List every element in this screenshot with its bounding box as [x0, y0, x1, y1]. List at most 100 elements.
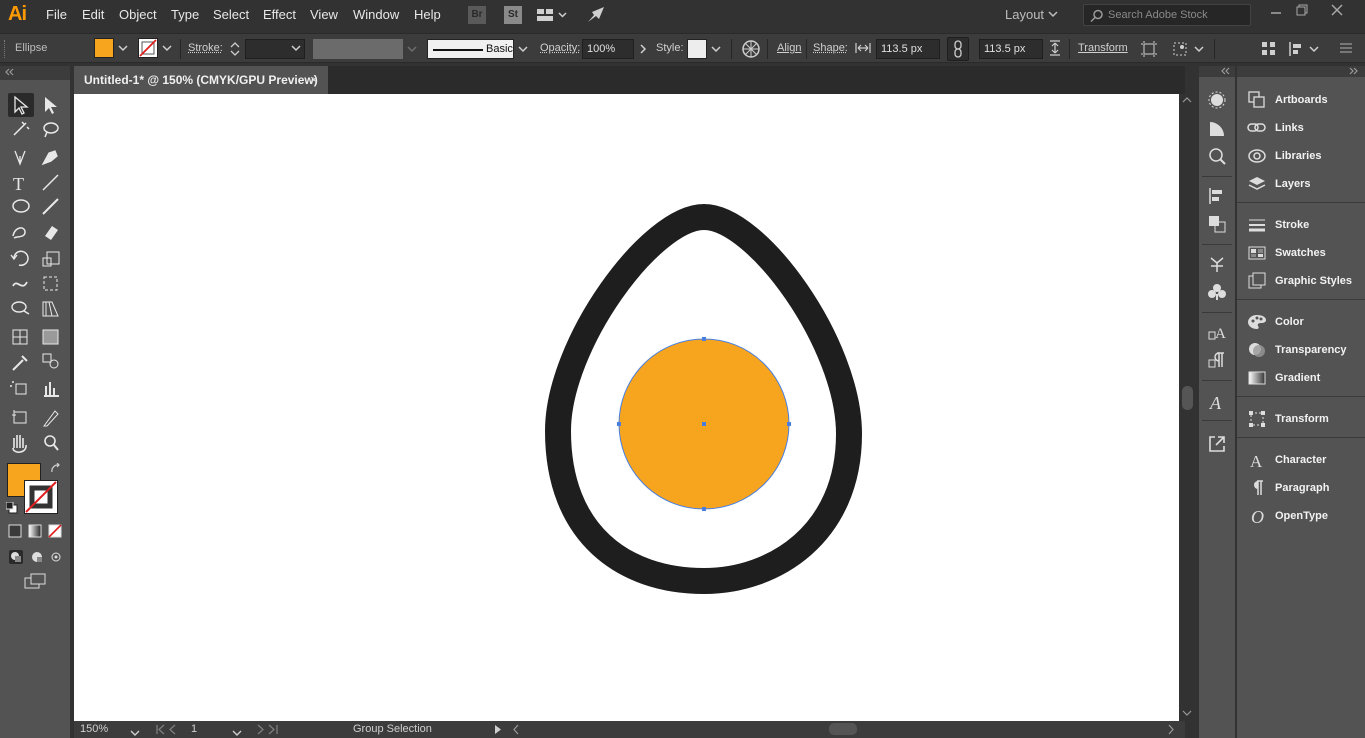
scroll-left-icon[interactable] — [512, 724, 520, 738]
chevron-right-icon[interactable] — [638, 43, 648, 57]
panel-layers[interactable]: Layers — [1237, 170, 1365, 198]
panel-transform[interactable]: Transform — [1237, 405, 1365, 433]
none-mode-icon[interactable] — [48, 524, 62, 541]
brush-definition-field[interactable]: Basic — [427, 39, 514, 59]
default-fill-stroke-icon[interactable] — [6, 502, 18, 517]
vertical-scrollbar[interactable] — [1180, 94, 1194, 721]
artboard-number-field[interactable]: 1 — [191, 723, 197, 735]
align-link[interactable]: Align — [777, 42, 801, 54]
zoom-level-field[interactable]: 150% — [80, 723, 108, 735]
panel-opentype[interactable]: O OpenType — [1237, 502, 1365, 530]
search-stock-input[interactable]: Search Adobe Stock — [1083, 4, 1251, 26]
panel-libraries[interactable]: Libraries — [1237, 142, 1365, 170]
chevron-down-icon[interactable] — [711, 43, 721, 57]
brush-options-icon[interactable] — [1206, 90, 1228, 112]
chevron-down-icon[interactable] — [1194, 43, 1204, 57]
document-tab[interactable]: Untitled-1* @ 150% (CMYK/GPU Preview) × — [74, 66, 328, 94]
dock-collapse-header[interactable] — [1199, 66, 1235, 77]
panel-color[interactable]: Color — [1237, 308, 1365, 336]
egg-artwork[interactable] — [74, 94, 1179, 721]
transform-link[interactable]: Transform — [1078, 42, 1128, 54]
menu-view[interactable]: View — [310, 7, 338, 22]
panel-artboards[interactable]: Artboards — [1237, 86, 1365, 114]
panel-paragraph[interactable]: Paragraph — [1237, 474, 1365, 502]
workspace-switcher[interactable]: Layout — [1005, 7, 1044, 22]
minimize-icon[interactable] — [1270, 2, 1282, 21]
stock-icon[interactable]: St — [504, 6, 522, 24]
shape-height-field[interactable]: 113.5 px — [979, 39, 1043, 59]
menu-effect[interactable]: Effect — [263, 7, 296, 22]
horizontal-scroll-thumb[interactable] — [829, 723, 857, 735]
status-menu-arrow-icon[interactable] — [494, 724, 502, 738]
chevron-down-icon[interactable] — [232, 726, 242, 738]
chevron-down-icon[interactable] — [518, 43, 528, 57]
puppet-tool-icon[interactable] — [1206, 254, 1228, 276]
restore-icon[interactable] — [1296, 4, 1308, 19]
grip-handle[interactable] — [4, 40, 7, 58]
export-asset-icon[interactable] — [1206, 434, 1228, 456]
pathfinder-icon[interactable] — [1206, 214, 1228, 236]
gradient-mode-icon[interactable] — [28, 524, 42, 541]
panel-menu-icon[interactable] — [1339, 41, 1353, 60]
panels-expand-header[interactable] — [1237, 66, 1365, 77]
artboard-canvas[interactable] — [74, 94, 1179, 721]
character-styles-icon[interactable]: A — [1206, 322, 1228, 344]
chevron-down-icon[interactable] — [118, 42, 128, 56]
draw-normal-icon[interactable] — [8, 549, 64, 568]
opacity-field[interactable]: 100% — [582, 39, 634, 59]
menu-window[interactable]: Window — [353, 7, 399, 22]
panel-swatches[interactable]: Swatches — [1237, 239, 1365, 267]
close-window-icon[interactable] — [1331, 4, 1343, 19]
stroke-weight-stepper[interactable] — [228, 39, 242, 59]
puppet-warp-icon[interactable] — [1171, 40, 1189, 61]
opacity-label[interactable]: Opacity: — [540, 42, 580, 54]
panel-stroke[interactable]: Stroke — [1237, 211, 1365, 239]
chevron-down-icon[interactable] — [291, 43, 301, 56]
artboard-next-last-icon[interactable] — [256, 724, 286, 738]
glyphs-icon[interactable]: A — [1206, 392, 1228, 414]
isolate-group-icon[interactable] — [1140, 40, 1158, 61]
vertical-scroll-thumb[interactable] — [1182, 386, 1193, 410]
panel-links[interactable]: Links — [1237, 114, 1365, 142]
shape-panel-icon[interactable] — [1206, 118, 1228, 140]
stroke-swatch[interactable] — [24, 480, 58, 514]
bridge-icon[interactable]: Br — [468, 6, 486, 24]
chevron-down-icon[interactable] — [130, 726, 140, 738]
artboard-first-prev-icon[interactable] — [156, 724, 186, 738]
stroke-label[interactable]: Stroke: — [188, 42, 223, 54]
panel-character[interactable]: A Character — [1237, 446, 1365, 474]
menu-select[interactable]: Select — [213, 7, 249, 22]
recolor-artwork-icon[interactable] — [741, 39, 761, 62]
chevron-down-icon[interactable] — [1048, 8, 1058, 22]
panel-gradient[interactable]: Gradient — [1237, 364, 1365, 392]
panel-graphic-styles[interactable]: Graphic Styles — [1237, 267, 1365, 295]
menu-type[interactable]: Type — [171, 7, 199, 22]
align-panel-icon[interactable] — [1206, 186, 1228, 208]
swap-fill-stroke-icon[interactable] — [50, 463, 62, 478]
stroke-color-swatch[interactable] — [138, 38, 158, 58]
chevron-down-icon[interactable] — [1309, 43, 1319, 57]
paragraph-styles-icon[interactable] — [1206, 350, 1228, 372]
close-icon[interactable]: × — [310, 72, 318, 87]
color-mode-icon[interactable] — [8, 524, 22, 541]
fill-color-swatch[interactable] — [94, 38, 114, 58]
navigator-icon[interactable] — [1206, 146, 1228, 168]
variable-width-profile[interactable] — [313, 39, 403, 59]
shape-label[interactable]: Shape: — [813, 42, 848, 54]
shape-width-field[interactable]: 113.5 px — [876, 39, 940, 59]
graphic-style-swatch[interactable] — [687, 39, 707, 59]
symbols-icon[interactable] — [1206, 282, 1228, 304]
scroll-right-icon[interactable] — [1167, 724, 1175, 738]
menu-file[interactable]: File — [46, 7, 67, 22]
menu-help[interactable]: Help — [414, 7, 441, 22]
distribute-icon[interactable] — [1288, 41, 1304, 60]
constrain-proportions-button[interactable] — [947, 37, 969, 61]
chevron-down-icon[interactable] — [162, 42, 172, 56]
arrange-objects-icon[interactable] — [1261, 41, 1277, 60]
menu-object[interactable]: Object — [119, 7, 157, 22]
panel-transparency[interactable]: Transparency — [1237, 336, 1365, 364]
gpu-performance-icon[interactable] — [586, 6, 606, 27]
arrange-documents-icon[interactable] — [537, 7, 567, 26]
menu-edit[interactable]: Edit — [82, 7, 104, 22]
screen-mode-icon[interactable] — [24, 573, 48, 592]
